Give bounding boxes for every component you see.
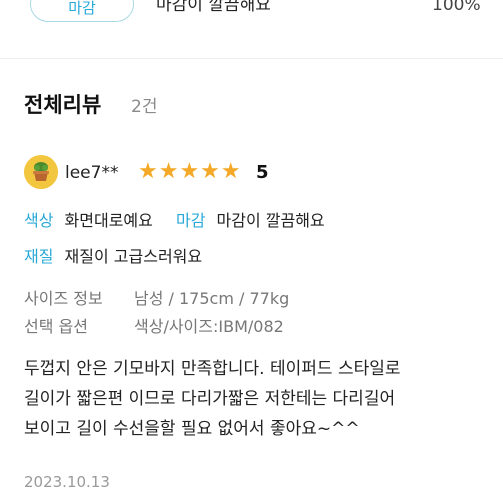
- rating-stars: ★★★★★: [138, 159, 242, 184]
- attribute-value-color: 화면대로예요: [64, 211, 153, 230]
- plant-pot-icon: [24, 155, 58, 189]
- reviews-section-title: 전체리뷰: [24, 93, 102, 117]
- attribute-summary-text: 마감이 깔끔해요: [156, 0, 271, 15]
- attribute-tag-finish: 마감: [30, 0, 134, 22]
- section-divider: [0, 58, 503, 59]
- attribute-key-color: 색상: [24, 211, 54, 230]
- size-info-label: 사이즈 정보: [24, 289, 103, 308]
- attribute-value-finish: 마감이 깔끔해요: [216, 211, 325, 230]
- avatar: [24, 155, 58, 189]
- attribute-row: 색상 화면대로예요 마감 마감이 깔끔해요: [24, 210, 325, 232]
- rating-score: 5: [256, 162, 269, 183]
- attribute-row: 재질 재질이 고급스러워요: [24, 246, 202, 268]
- size-info-value: 남성 / 175cm / 77kg: [134, 289, 290, 308]
- attribute-value-material: 재질이 고급스러워요: [64, 247, 203, 266]
- option-info-label: 선택 옵션: [24, 317, 88, 336]
- option-info-value: 색상/사이즈:IBM/082: [134, 317, 284, 336]
- review-body-line: 보이고 길이 수선을할 필요 없어서 좋아요~^^: [24, 419, 360, 439]
- review-body-line: 길이가 짧은편 이므로 다리가짧은 저한테는 다리길어: [24, 389, 396, 409]
- attribute-key-material: 재질: [24, 247, 54, 266]
- review-date: 2023.10.13: [24, 473, 110, 491]
- review-body-line: 두껍지 안은 기모바지 만족합니다. 테이퍼드 스타일로: [24, 359, 401, 379]
- reviewer-name: lee7**: [65, 163, 119, 183]
- attribute-key-finish: 마감: [175, 211, 206, 230]
- reviews-count: 2건: [131, 97, 158, 117]
- attribute-summary-percent: 100%: [432, 0, 481, 15]
